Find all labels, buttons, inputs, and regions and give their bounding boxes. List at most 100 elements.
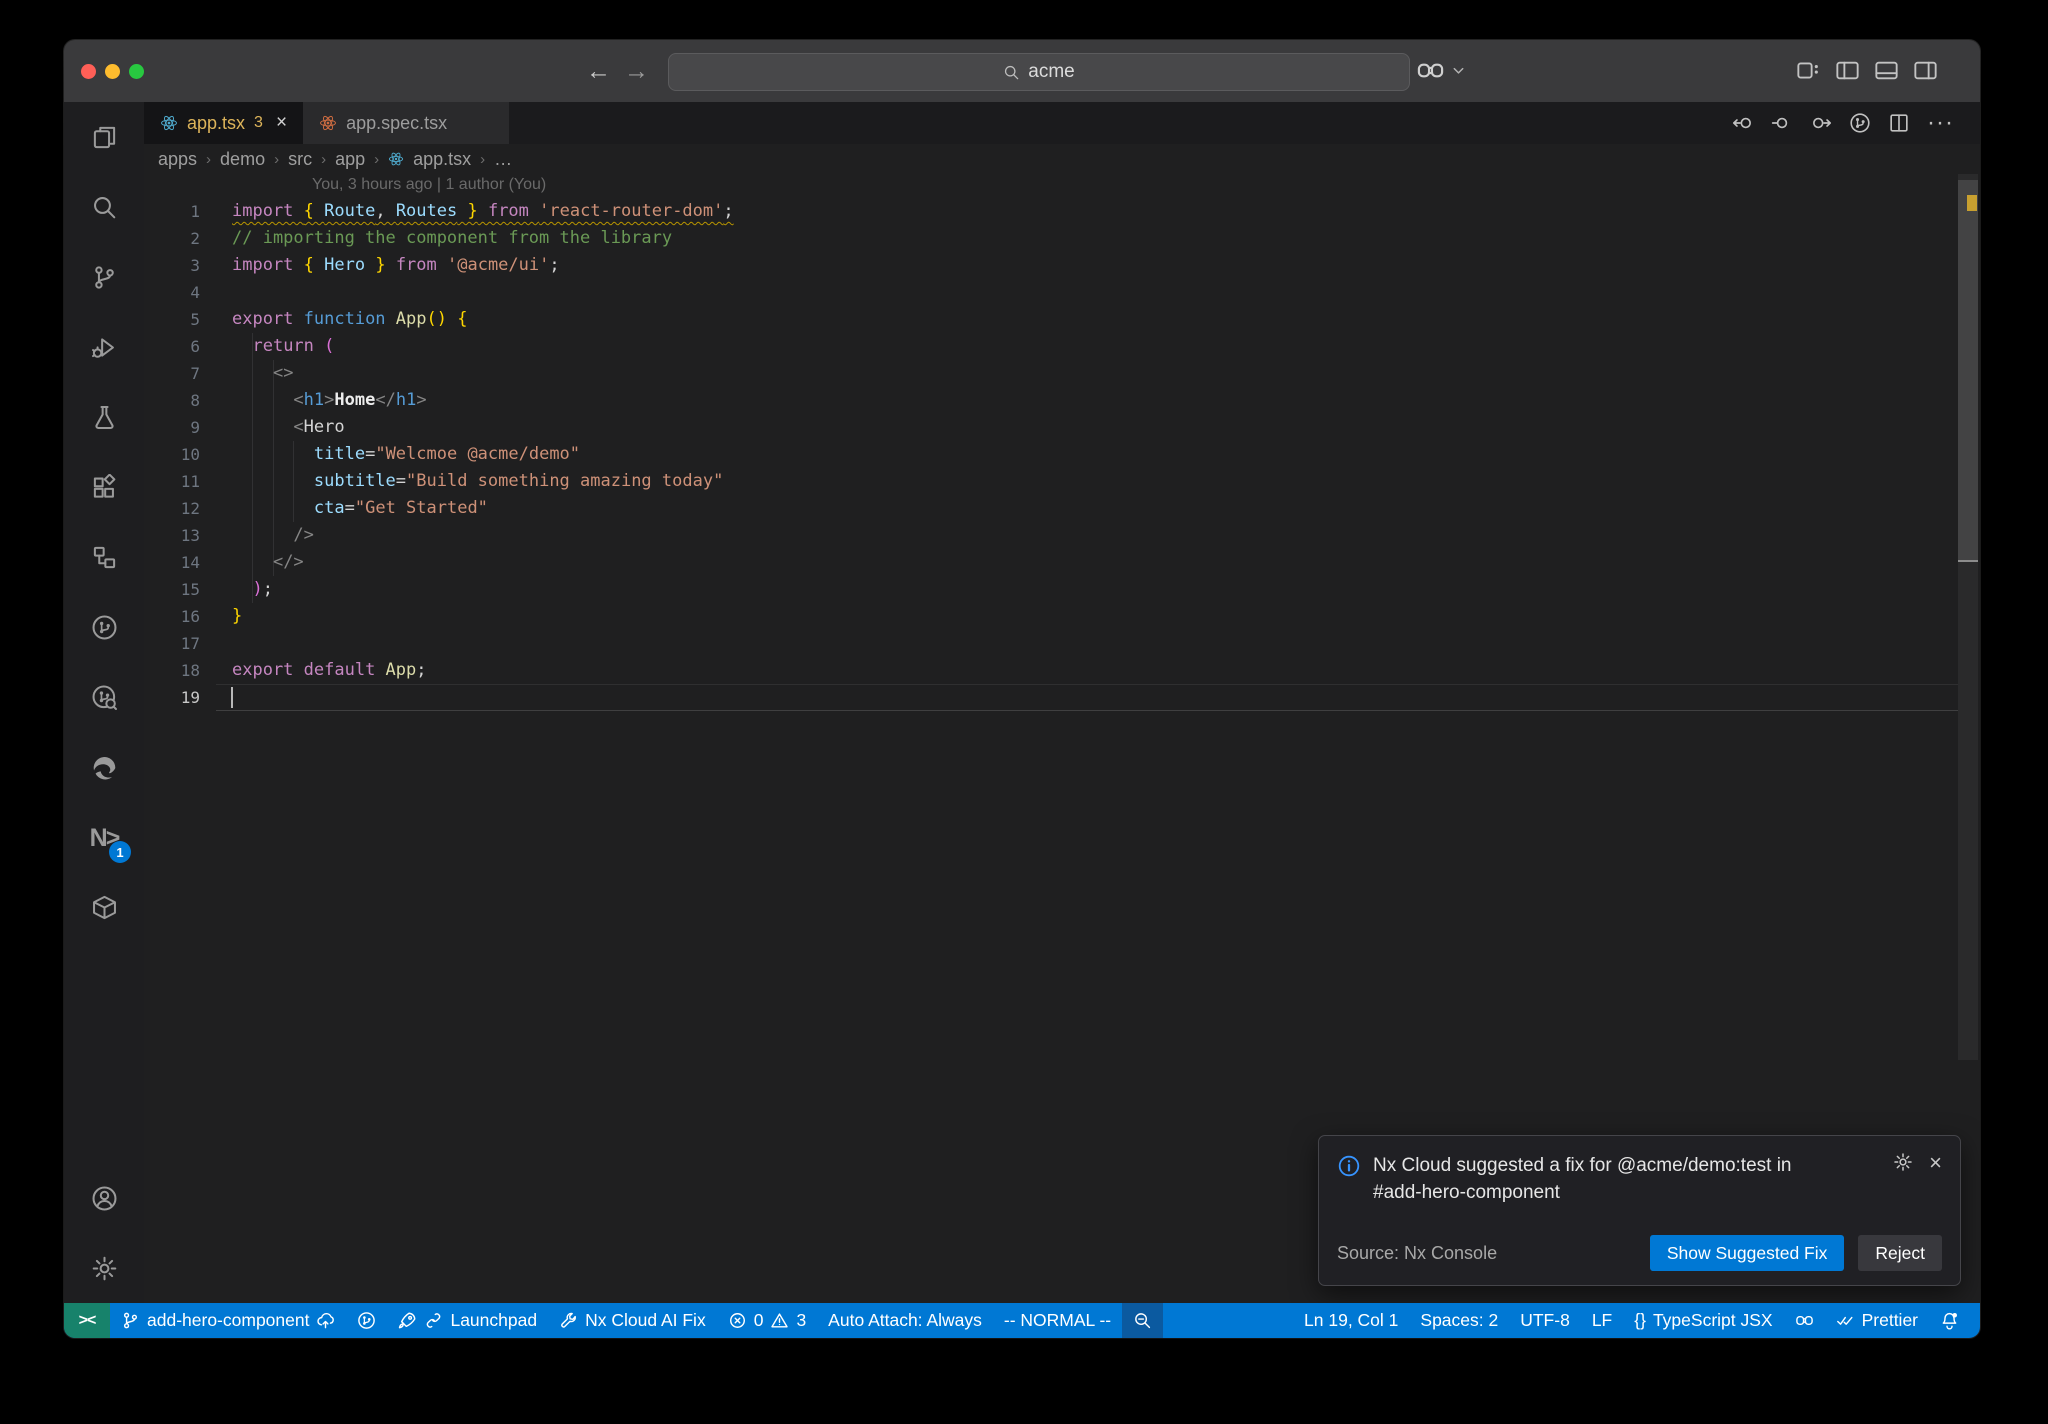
status-item-language-mode[interactable]: {} TypeScript JSX [1623, 1303, 1783, 1338]
status-item-prettier[interactable]: Prettier [1825, 1303, 1929, 1338]
scrollbar-slider[interactable] [1958, 180, 1978, 562]
eol-label: LF [1591, 1310, 1613, 1330]
history-back-button[interactable]: ← [586, 54, 611, 88]
line-number: 5 [190, 310, 200, 329]
activity-bar-item-source-control[interactable] [64, 242, 144, 312]
activity-bar: N> 1 [64, 102, 144, 1303]
activity-bar-item-gitlens[interactable] [64, 592, 144, 662]
activity-bar-item-references[interactable] [64, 522, 144, 592]
react-icon [160, 114, 178, 132]
encoding-label: UTF-8 [1520, 1310, 1570, 1330]
toggle-panel-icon[interactable] [1874, 58, 1899, 83]
nav-back-icon[interactable] [1732, 112, 1754, 134]
status-item-gitlens-launchpad[interactable]: Launchpad [387, 1303, 548, 1338]
activity-bar-item-explorer[interactable] [64, 102, 144, 172]
activity-bar-item-extensions[interactable] [64, 452, 144, 522]
notification-settings-gear-icon[interactable] [1893, 1152, 1913, 1206]
indentation-label: Spaces: 2 [1420, 1310, 1499, 1330]
activity-bar-item-nx-console[interactable]: N> 1 [64, 802, 144, 872]
nav-location-icon[interactable] [1771, 112, 1793, 134]
more-actions-icon[interactable]: ··· [1927, 109, 1954, 137]
gitlens-inspect-icon [91, 684, 118, 711]
activity-bar-item-settings[interactable] [64, 1233, 144, 1303]
status-item-git-branch[interactable]: add-hero-component [110, 1303, 346, 1338]
line-number: 13 [180, 526, 200, 545]
breadcrumb[interactable]: apps › demo › src › app › app.tsx ›… [144, 144, 1956, 174]
status-item-copilot-status[interactable] [1784, 1303, 1825, 1338]
activity-bar-item-containers[interactable] [64, 872, 144, 942]
breadcrumb-item[interactable]: src [288, 149, 312, 170]
command-center-search[interactable]: acme [668, 53, 1410, 91]
status-item-problems[interactable]: 03 [717, 1303, 817, 1338]
reject-button[interactable]: Reject [1858, 1235, 1942, 1271]
tab-close-icon[interactable]: × [276, 112, 287, 134]
status-item-encoding[interactable]: UTF-8 [1509, 1303, 1581, 1338]
code-line: 18 export default App; [144, 657, 1980, 684]
line-number: 9 [190, 418, 200, 437]
status-item-eol[interactable]: LF [1581, 1303, 1623, 1338]
show-suggested-fix-button[interactable]: Show Suggested Fix [1649, 1235, 1845, 1271]
customize-layout-icon[interactable] [1796, 58, 1821, 83]
link-icon [424, 1311, 443, 1330]
commit-graph-icon[interactable] [1849, 112, 1871, 134]
status-item-vim-mode[interactable]: -- NORMAL -- [993, 1303, 1122, 1338]
toggle-primary-sidebar-icon[interactable] [1835, 58, 1860, 83]
cloud-upload-icon [316, 1311, 335, 1330]
activity-bar-item-edge-devtools[interactable] [64, 732, 144, 802]
status-item-indentation[interactable]: Spaces: 2 [1409, 1303, 1509, 1338]
breadcrumb-item[interactable]: app.tsx [413, 149, 471, 170]
tab-problem-badge: 3 [254, 114, 263, 131]
nav-forward-icon[interactable] [1810, 112, 1832, 134]
problems-label: 0 [753, 1310, 764, 1330]
status-item-nx-cloud-ai-fix[interactable]: Nx Cloud AI Fix [548, 1303, 717, 1338]
status-item-remote-indicator[interactable]: >< [64, 1303, 110, 1338]
notification-message: Nx Cloud suggested a fix for @acme/demo:… [1373, 1155, 1792, 1203]
traffic-light-close[interactable] [81, 64, 96, 79]
activity-bar-item-gitlens-inspect[interactable] [64, 662, 144, 732]
status-item-auto-attach[interactable]: Auto Attach: Always [817, 1303, 993, 1338]
tab-app-spec-tsx[interactable]: app.spec.tsx [303, 102, 510, 144]
cube-icon [91, 894, 118, 921]
activity-bar-item-accounts[interactable] [64, 1163, 144, 1233]
status-item-zoom-indicator[interactable] [1122, 1303, 1164, 1338]
status-item-commit-graph[interactable] [346, 1303, 387, 1338]
code-line: 14 </> [144, 549, 1980, 576]
code-line: 2// importing the component from the lib… [144, 225, 1980, 252]
wrench-icon [559, 1311, 578, 1330]
history-forward-button[interactable]: → [624, 54, 649, 88]
split-editor-icon[interactable] [1888, 112, 1910, 134]
line-number: 18 [180, 661, 200, 680]
activity-bar-item-search[interactable] [64, 172, 144, 242]
language-mode-glyph: {} [1634, 1310, 1646, 1330]
copilot-menu[interactable] [1416, 56, 1466, 85]
status-item-notifications-bell[interactable] [1929, 1303, 1970, 1338]
desktop: ← → acme N> 1 app.tsx 3 × app.spec.tsx ··· a… [0, 0, 2048, 1424]
code-line: 1 import { Route, Routes } from 'react-ro… [144, 198, 1980, 225]
line-number: 10 [180, 445, 200, 464]
status-item-cursor-position[interactable]: Ln 19, Col 1 [1293, 1303, 1409, 1338]
notification-close-icon[interactable]: × [1929, 1152, 1942, 1206]
breadcrumb-separator: › [274, 150, 280, 168]
breadcrumb-item[interactable]: … [494, 149, 512, 170]
breadcrumb-separator: › [321, 150, 327, 168]
breadcrumb-item[interactable]: demo [220, 149, 265, 170]
tab-bar: app.tsx 3 × app.spec.tsx ··· [144, 102, 1980, 144]
auto-attach-label: Auto Attach: Always [828, 1310, 982, 1330]
traffic-light-minimize[interactable] [105, 64, 120, 79]
toggle-secondary-sidebar-icon[interactable] [1913, 58, 1938, 83]
activity-bar-item-run-and-debug[interactable] [64, 312, 144, 382]
remote-indicator-glyph: >< [78, 1311, 97, 1329]
prettier-label: Prettier [1861, 1310, 1918, 1330]
code-line: 15 ); [144, 576, 1980, 603]
traffic-light-zoom[interactable] [129, 64, 144, 79]
code-line: 8 <h1>Home</h1> [144, 387, 1980, 414]
tabs: app.tsx 3 × app.spec.tsx [144, 102, 510, 144]
notification-source: Source: Nx Console [1337, 1242, 1498, 1263]
breadcrumb-item[interactable]: apps [158, 149, 197, 170]
gear-icon [91, 1255, 118, 1282]
nx-badge: 1 [109, 841, 131, 863]
breadcrumb-item[interactable]: app [335, 149, 365, 170]
copilot-icon [1795, 1311, 1814, 1330]
tab-app-tsx[interactable]: app.tsx 3 × [144, 102, 304, 144]
activity-bar-item-testing[interactable] [64, 382, 144, 452]
